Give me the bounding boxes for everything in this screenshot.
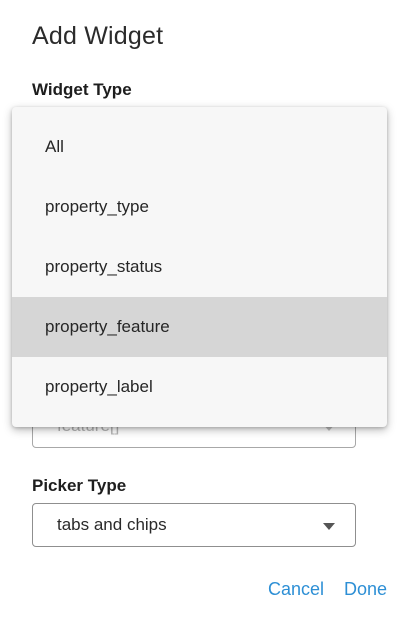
picker-type-label: Picker Type [32, 476, 127, 495]
widget-type-menu: All property_type property_status proper… [12, 107, 387, 427]
picker-type-value: tabs and chips [57, 515, 167, 534]
menu-item-property-feature[interactable]: property_feature [12, 297, 387, 357]
menu-item-property-type[interactable]: property_type [12, 177, 387, 237]
widget-type-label: Widget Type [32, 80, 132, 99]
dialog-title: Add Widget [32, 22, 164, 50]
menu-item-property-status[interactable]: property_status [12, 237, 387, 297]
done-button[interactable]: Done [344, 579, 387, 600]
menu-item-all[interactable]: All [12, 117, 387, 177]
chevron-down-icon [323, 523, 335, 530]
menu-item-property-label[interactable]: property_label [12, 357, 387, 417]
add-widget-dialog: Add Widget Widget Type feature[] Picker … [0, 0, 400, 627]
cancel-button[interactable]: Cancel [268, 579, 324, 600]
picker-type-select[interactable]: tabs and chips [32, 503, 356, 547]
